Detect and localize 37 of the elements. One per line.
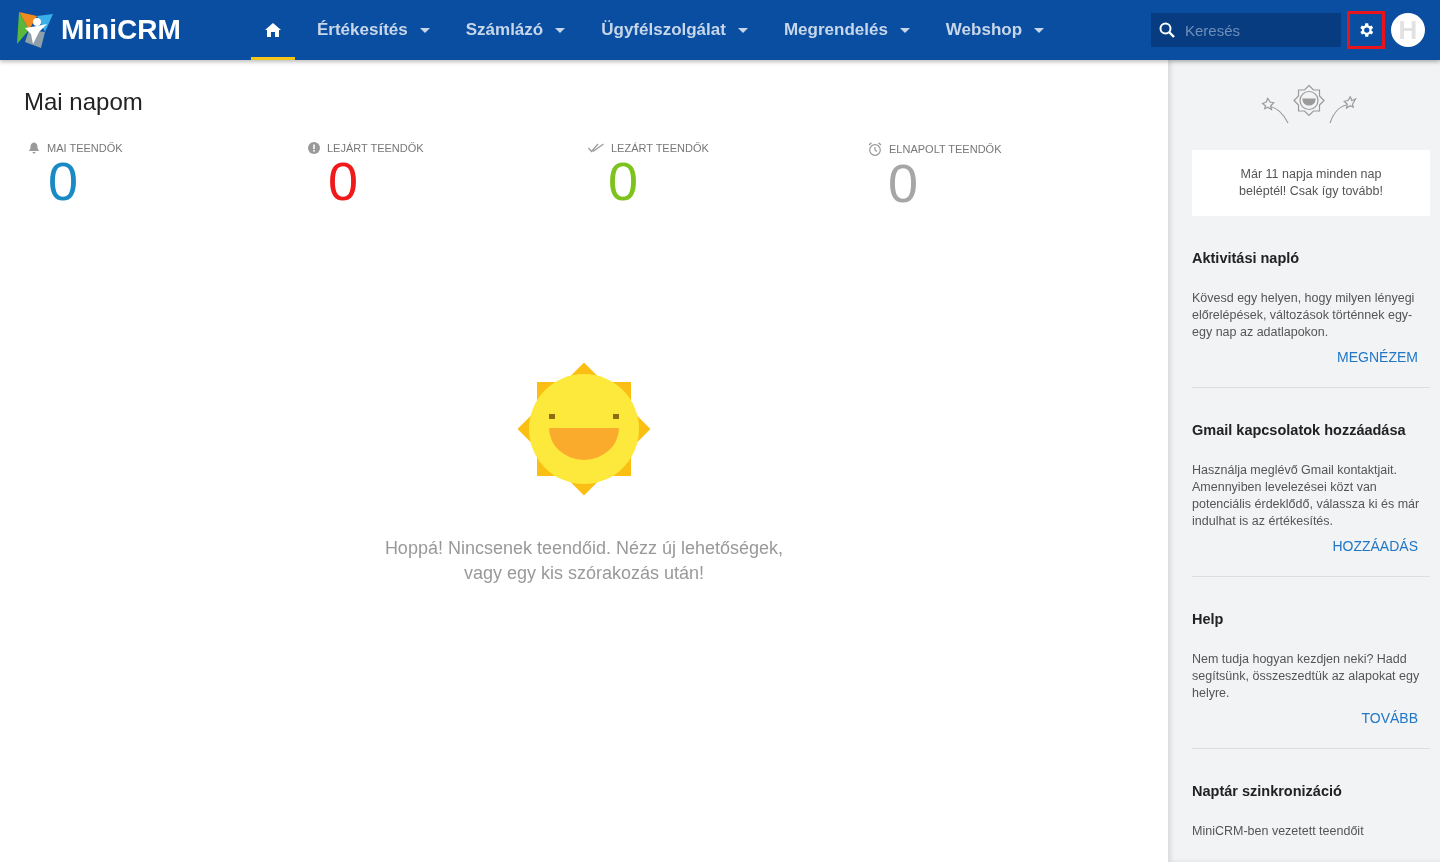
double-check-icon bbox=[588, 143, 604, 153]
nav-tab[interactable]: Webshop bbox=[931, 0, 1059, 60]
stat-count: 0 bbox=[48, 154, 79, 208]
stat-label: MAI TEENDŐK bbox=[47, 142, 123, 154]
stat-label: LEZÁRT TEENDŐK bbox=[611, 142, 709, 154]
section-text: Kövesd egy helyen, hogy milyen lényegi előrelépések, változások történnek egy-egy nap az adatlapokon. bbox=[1192, 290, 1416, 341]
stat-count: 0 bbox=[328, 154, 359, 208]
section-text: Használja meglévő Gmail kontaktjait. Amennyiben levelezései közt van potenciális érdeklődő, válassza ki és már indulhat is az értékesítés. bbox=[1192, 462, 1421, 530]
stat-label: ELNAPOLT TEENDŐK bbox=[889, 143, 1002, 155]
stat-label: LEJÁRT TEENDŐK bbox=[327, 142, 424, 154]
logo-icon bbox=[15, 10, 55, 50]
nav-tab[interactable]: Megrendelés bbox=[769, 0, 924, 60]
alert-icon bbox=[308, 142, 320, 154]
empty-message: Hoppá! Nincsenek teendőid. Nézz új lehetőségek, bbox=[384, 537, 784, 560]
section-text: MiniCRM-ben vezetett teendőit bbox=[1192, 823, 1365, 840]
home-icon bbox=[265, 23, 281, 37]
section-title: Help bbox=[1192, 611, 1225, 627]
page-title: Mai napom bbox=[24, 88, 144, 116]
section-link[interactable]: MEGNÉZEM bbox=[1337, 349, 1418, 365]
streak-message: Már 11 napja minden nap beléptél! Csak így tovább! bbox=[1238, 166, 1384, 200]
nav-tab[interactable]: Ügyfélszolgálat bbox=[587, 0, 762, 60]
section-title: Gmail kapcsolatok hozzáadása bbox=[1192, 422, 1407, 438]
logo-text: MiniCRM bbox=[61, 14, 181, 46]
nav-tab[interactable]: Értékesítés bbox=[303, 0, 444, 60]
stat-count: 0 bbox=[888, 156, 920, 210]
section-title: Naptár szinkronizáció bbox=[1192, 783, 1343, 799]
section-title: Aktivitási napló bbox=[1192, 250, 1301, 266]
search-field[interactable]: Keresés bbox=[1151, 13, 1341, 47]
stat-count: 0 bbox=[608, 154, 639, 208]
alarm-clock-icon bbox=[868, 142, 882, 156]
section-link[interactable]: TOVÁBB bbox=[1361, 710, 1418, 726]
empty-message: vagy egy kis szórakozás után! bbox=[463, 562, 705, 585]
section-link[interactable]: HOZZÁADÁS bbox=[1332, 538, 1418, 554]
bell-icon bbox=[28, 142, 40, 154]
nav-tab[interactable]: Számlázó bbox=[451, 0, 580, 60]
section-text: Nem tudja hogyan kezdjen neki? Hadd segítsünk, összeszedtük az alapokat egy helyre. bbox=[1192, 651, 1421, 702]
settings-button[interactable] bbox=[1347, 11, 1385, 49]
